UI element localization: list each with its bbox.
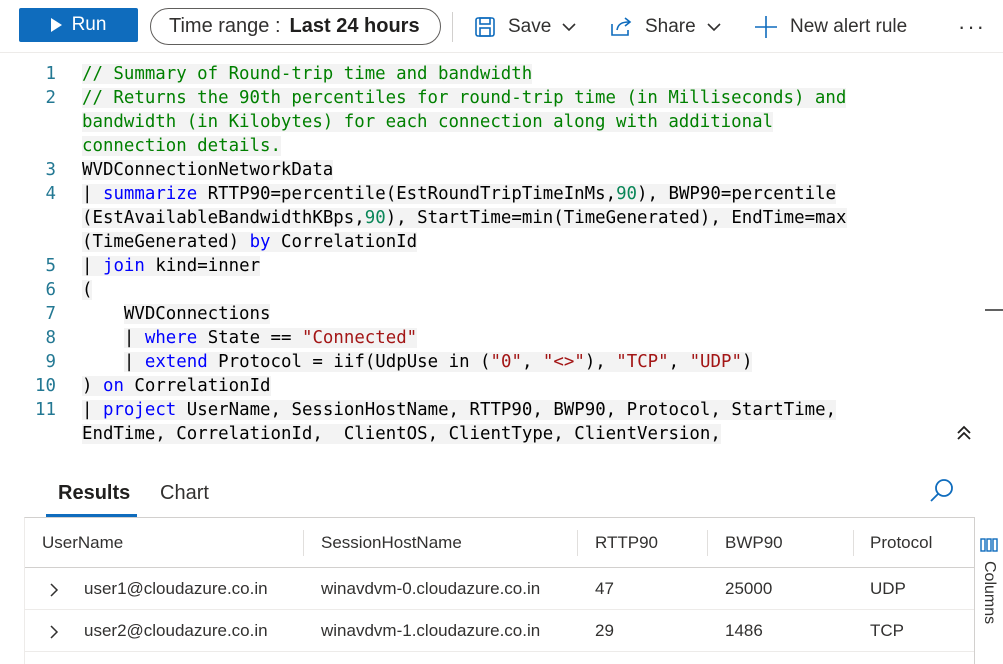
time-range-label: Time range : [169,15,281,37]
run-button[interactable]: Run [19,8,138,42]
chevron-right-icon[interactable] [49,583,59,597]
chevron-down-icon [562,23,576,32]
code-line: | summarize RTTP90=percentile(EstRoundTr… [82,184,837,204]
column-divider[interactable] [577,530,578,556]
grid-header: UserName SessionHostName RTTP90 BWP90 Pr… [25,518,975,568]
code-line: // Summary of Round-trip time and bandwi… [82,64,533,84]
share-label: Share [645,16,696,37]
line-number: 4 [45,184,56,204]
line-number: 11 [35,400,56,420]
code-line: (TimeGenerated) by CorrelationId [82,232,418,252]
code-line: bandwidth (in Kilobytes) for each connec… [82,112,774,132]
code-line: | where State == "Connected" [123,328,418,348]
columns-panel-toggle[interactable]: Columns [974,517,1003,664]
save-icon [475,17,495,37]
column-divider[interactable] [707,530,708,556]
columns-label: Columns [981,561,998,625]
tab-chart[interactable]: Chart [160,482,209,505]
column-header-rttp90[interactable]: RTTP90 [595,533,658,553]
code-line: EndTime, CorrelationId, ClientOS, Client… [82,424,721,444]
code-line: ( [82,280,93,300]
column-header-username[interactable]: UserName [42,533,123,553]
editor-scrollbar-marker[interactable] [985,309,1003,311]
column-divider[interactable] [853,530,854,556]
collapse-editor-icon[interactable] [955,424,973,442]
toolbar-divider [452,12,453,42]
code-line: WVDConnectionNetworkData [82,160,334,180]
share-icon [611,17,632,36]
code-line: | project UserName, SessionHostName, RTT… [82,400,837,420]
more-options-icon[interactable]: ··· [958,14,986,40]
line-number: 10 [35,376,56,396]
column-header-bwp90[interactable]: BWP90 [725,533,783,553]
cell-protocol: TCP [870,621,904,640]
save-button[interactable]: Save [474,13,577,41]
code-line: | join kind=inner [82,256,261,276]
time-range-value: Last 24 hours [289,15,420,37]
column-header-sessionhostname[interactable]: SessionHostName [321,533,462,553]
line-number: 3 [45,160,56,180]
tab-results[interactable]: Results [58,482,130,505]
cell-protocol: UDP [870,579,906,598]
columns-icon [980,538,998,552]
column-divider[interactable] [303,530,304,556]
line-number: 5 [45,256,56,276]
line-number: 8 [45,328,56,348]
code-line: connection details. [82,136,281,156]
plus-icon [755,16,777,38]
play-icon [50,18,62,32]
query-toolbar: Run Time range : Last 24 hours Save Shar… [0,0,1003,53]
new-alert-rule-label: New alert rule [790,16,908,37]
cell-sessionhostname: winavdvm-1.cloudazure.co.in [321,621,541,640]
search-icon[interactable] [929,478,955,504]
code-line: WVDConnections [123,304,271,324]
time-range-picker[interactable]: Time range : Last 24 hours [150,8,441,45]
cell-sessionhostname: winavdvm-0.cloudazure.co.in [321,579,541,598]
query-editor[interactable]: 1 2 3 4 5 6 7 8 9 10 11 // Summary of Ro… [0,58,1003,456]
results-grid: UserName SessionHostName RTTP90 BWP90 Pr… [24,517,975,664]
code-line: // Returns the 90th percentiles for roun… [82,88,847,108]
cell-bwp90: 25000 [725,579,773,598]
code-line: | extend Protocol = iif(UdpUse in ("0", … [123,352,753,372]
cell-username: user2@cloudazure.co.in [84,621,268,640]
run-label: Run [71,14,107,35]
line-number: 1 [45,64,56,84]
table-row[interactable]: user1@cloudazure.co.in winavdvm-0.clouda… [25,568,975,610]
cell-rttp90: 29 [595,621,614,640]
save-label: Save [508,16,552,37]
column-header-protocol[interactable]: Protocol [870,533,932,553]
line-number: 9 [45,352,56,372]
cell-rttp90: 47 [595,579,614,598]
line-number: 6 [45,280,56,300]
table-row[interactable]: user2@cloudazure.co.in winavdvm-1.clouda… [25,610,975,652]
code-line: ) on CorrelationId [82,376,271,396]
results-tab-bar: Results Chart [0,460,1003,518]
code-area[interactable]: // Summary of Round-trip time and bandwi… [82,62,942,446]
chevron-right-icon[interactable] [49,625,59,639]
line-number: 2 [45,88,56,108]
cell-username: user1@cloudazure.co.in [84,579,268,598]
line-number: 7 [45,304,56,324]
code-line: (EstAvailableBandwidthKBps,90), StartTim… [82,208,847,228]
cell-bwp90: 1486 [725,621,763,640]
new-alert-rule-button[interactable]: New alert rule [754,13,907,41]
chevron-down-icon [707,23,721,32]
share-button[interactable]: Share [609,13,722,41]
